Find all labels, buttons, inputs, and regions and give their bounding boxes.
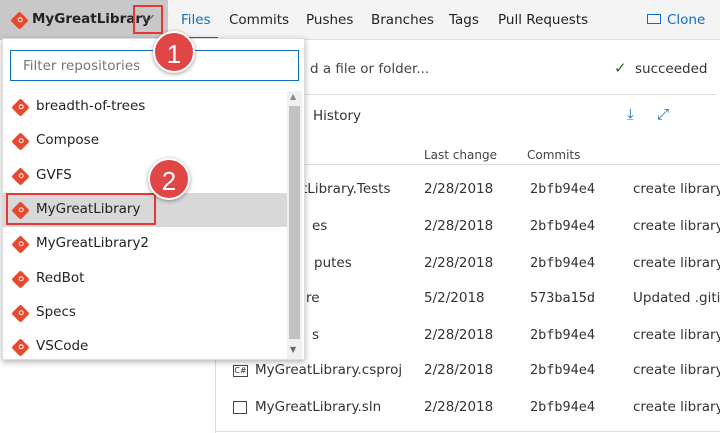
repo-item-label: RedBot bbox=[36, 269, 85, 286]
commit-message: create library bbox=[633, 255, 720, 271]
commit-id[interactable]: 2bfb94e4 bbox=[530, 399, 595, 415]
tab-branches[interactable]: Branches bbox=[371, 12, 434, 28]
tab-pushes[interactable]: Pushes bbox=[306, 12, 353, 28]
last-change-date: 2/28/2018 bbox=[424, 327, 494, 343]
commit-id[interactable]: 573ba15d bbox=[530, 290, 595, 306]
commit-id[interactable]: 2bfb94e4 bbox=[530, 255, 595, 271]
callout-badge-2: 2 bbox=[148, 158, 190, 200]
last-change-date: 2/28/2018 bbox=[424, 218, 494, 234]
repo-item[interactable]: RedBot bbox=[3, 262, 288, 296]
file-name[interactable]: es bbox=[312, 218, 327, 234]
column-header-commits[interactable]: Commits bbox=[527, 148, 580, 162]
commit-id[interactable]: 2bfb94e4 bbox=[530, 362, 595, 378]
commit-message: create library bbox=[633, 218, 720, 234]
tab-files[interactable]: Files bbox=[181, 12, 211, 28]
repo-selector[interactable]: MyGreatLibrary bbox=[0, 0, 168, 40]
commit-id[interactable]: 2bfb94e4 bbox=[530, 327, 595, 343]
divider bbox=[215, 431, 720, 432]
download-icon[interactable]: ⤓ bbox=[627, 105, 634, 123]
repo-item-label: breadth-of-trees bbox=[36, 98, 146, 114]
clone-icon bbox=[647, 14, 661, 24]
tab-pull-requests[interactable]: Pull Requests bbox=[498, 12, 588, 28]
repo-item-label: Compose bbox=[36, 132, 100, 149]
tab-commits[interactable]: Commits bbox=[229, 12, 289, 28]
expand-icon[interactable]: ⤢ bbox=[657, 105, 669, 123]
repo-item[interactable]: Compose bbox=[3, 124, 288, 158]
commit-message: create library bbox=[633, 399, 720, 415]
repo-item[interactable]: Specs bbox=[3, 296, 288, 330]
git-repo-icon bbox=[11, 338, 30, 357]
file-name[interactable]: re bbox=[306, 290, 320, 306]
build-status: succeeded bbox=[635, 61, 708, 77]
file-name[interactable]: s bbox=[312, 327, 319, 343]
file-name[interactable]: MyGreatLibrary.csproj bbox=[255, 362, 402, 378]
chevron-down-icon[interactable] bbox=[133, 5, 163, 34]
last-change-date: 2/28/2018 bbox=[424, 399, 494, 415]
repo-item-label: GVFS bbox=[36, 166, 72, 183]
commit-id[interactable]: 2bfb94e4 bbox=[530, 181, 595, 197]
clone-button[interactable]: Clone bbox=[667, 12, 705, 28]
csharp-file-icon: C# bbox=[233, 365, 248, 377]
repo-item[interactable]: MyGreatLibrary2 bbox=[3, 227, 288, 261]
repo-item[interactable]: breadth-of-trees bbox=[3, 90, 288, 124]
scrollbar-thumb[interactable] bbox=[289, 106, 300, 339]
file-name[interactable]: putes bbox=[314, 255, 352, 271]
path-search-input[interactable]: d a file or folder... bbox=[310, 61, 429, 77]
git-repo-icon bbox=[11, 304, 30, 323]
solution-file-icon bbox=[233, 401, 247, 414]
repo-item-label: VSCode bbox=[36, 338, 89, 355]
commit-message: create library bbox=[633, 181, 720, 197]
git-repo-icon bbox=[11, 235, 30, 254]
repo-item-label: MyGreatLibrary2 bbox=[36, 235, 150, 252]
last-change-date: 2/28/2018 bbox=[424, 255, 494, 271]
repo-item[interactable]: VSCode bbox=[3, 330, 288, 364]
selected-highlight-box bbox=[6, 193, 156, 225]
commit-id[interactable]: 2bfb94e4 bbox=[530, 218, 595, 234]
column-header-last-change[interactable]: Last change bbox=[424, 148, 497, 162]
last-change-date: 2/28/2018 bbox=[424, 362, 494, 378]
tab-tags[interactable]: Tags bbox=[449, 12, 479, 28]
file-name[interactable]: MyGreatLibrary.sln bbox=[255, 399, 381, 415]
commit-message: create library bbox=[633, 362, 720, 378]
scroll-down-icon[interactable]: ▼ bbox=[290, 345, 296, 354]
scroll-up-icon[interactable]: ▲ bbox=[290, 92, 296, 101]
last-change-date: 5/2/2018 bbox=[424, 290, 485, 306]
last-change-date: 2/28/2018 bbox=[424, 181, 494, 197]
commit-message: Updated .gitig bbox=[633, 290, 720, 306]
repo-item[interactable]: GVFS bbox=[3, 159, 288, 193]
git-repo-icon bbox=[11, 269, 30, 289]
git-repo-icon bbox=[11, 132, 30, 151]
check-icon: ✓ bbox=[614, 59, 627, 77]
git-repo-icon bbox=[11, 166, 30, 186]
callout-badge-1: 1 bbox=[153, 31, 195, 73]
file-name[interactable]: tLibrary.Tests bbox=[302, 181, 390, 197]
history-tab[interactable]: History bbox=[313, 108, 361, 124]
repo-dropdown: breadth-of-trees Compose GVFS MyGreatLibrar… bbox=[2, 38, 305, 360]
repo-item-label: Specs bbox=[36, 303, 76, 320]
commit-message: create library bbox=[633, 327, 720, 343]
git-repo-icon bbox=[11, 98, 30, 117]
git-repo-icon bbox=[10, 11, 29, 30]
